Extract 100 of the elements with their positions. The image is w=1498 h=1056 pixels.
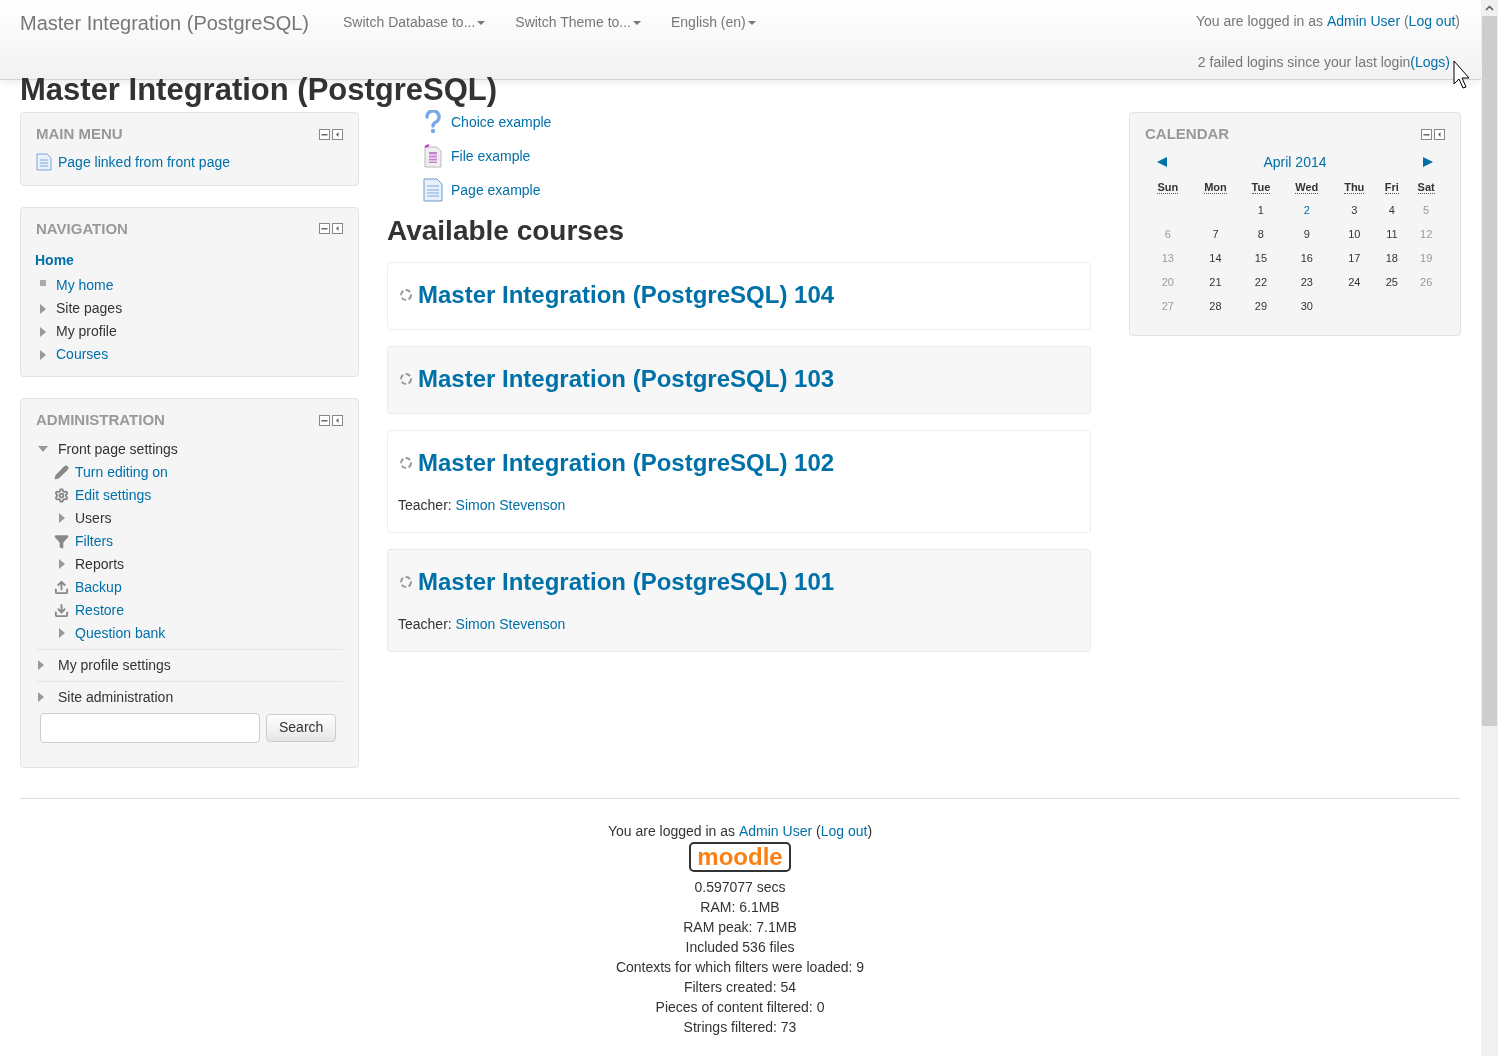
activity-link[interactable]: Choice example bbox=[451, 111, 552, 133]
block-title: NAVIGATION bbox=[36, 218, 128, 239]
minimize-icon[interactable] bbox=[319, 128, 330, 140]
calendar-day[interactable]: 4 bbox=[1388, 204, 1395, 217]
upload-icon bbox=[54, 579, 69, 595]
block-title: ADMINISTRATION bbox=[36, 410, 165, 430]
login-status: You are logged in as bbox=[607, 821, 737, 841]
weekday-header: Sat bbox=[1417, 181, 1435, 195]
failed-logins-text: 2 failed logins since your last login bbox=[1197, 53, 1411, 72]
page-icon bbox=[36, 153, 52, 171]
performance-stat: Filters created: 54 bbox=[683, 977, 796, 997]
dropdown-menu[interactable]: Switch Theme to... bbox=[515, 8, 641, 33]
page-icon bbox=[423, 178, 443, 202]
course-title[interactable]: Master Integration (PostgreSQL) 102 bbox=[418, 445, 835, 481]
teacher-link[interactable]: Simon Stevenson bbox=[455, 495, 566, 516]
calendar-day[interactable]: 14 bbox=[1209, 252, 1222, 265]
activity-link[interactable]: File example bbox=[451, 145, 531, 167]
performance-stat: RAM peak: 7.1MB bbox=[683, 917, 797, 937]
month-title[interactable]: April 2014 bbox=[1263, 151, 1327, 173]
admin-link[interactable]: Question bank bbox=[75, 622, 166, 644]
course-title[interactable]: Master Integration (PostgreSQL) 104 bbox=[418, 277, 835, 313]
calendar-day[interactable]: 16 bbox=[1300, 252, 1313, 265]
admin-link[interactable]: Filters bbox=[75, 530, 114, 552]
performance-stat: Pieces of content filtered: 0 bbox=[655, 997, 825, 1017]
course-title[interactable]: Master Integration (PostgreSQL) 101 bbox=[418, 564, 835, 600]
previous-month-icon[interactable] bbox=[1157, 157, 1167, 167]
admin-link[interactable]: Turn editing on bbox=[75, 461, 168, 483]
next-month-icon[interactable] bbox=[1423, 157, 1433, 167]
menu-link[interactable]: Page linked from front page bbox=[58, 151, 230, 173]
course-title[interactable]: Master Integration (PostgreSQL) 103 bbox=[418, 361, 835, 397]
nav-link[interactable]: My home bbox=[56, 275, 114, 296]
logout-link[interactable]: Log out bbox=[820, 820, 868, 841]
logout-link[interactable]: Log out bbox=[1408, 11, 1456, 32]
calendar-day[interactable]: 9 bbox=[1303, 228, 1310, 241]
expand-arrow-icon bbox=[58, 513, 65, 523]
admin-link[interactable]: Restore bbox=[75, 599, 125, 621]
block-title: CALENDAR bbox=[1145, 124, 1230, 144]
calendar-day[interactable]: 3 bbox=[1351, 204, 1358, 217]
dropdown-menu[interactable]: English (en) bbox=[671, 8, 756, 33]
admin-section[interactable]: Front page settings bbox=[58, 438, 178, 460]
calendar-day[interactable]: 24 bbox=[1348, 276, 1361, 289]
calendar-day[interactable]: 21 bbox=[1209, 276, 1222, 289]
user-link[interactable]: Admin User bbox=[1326, 11, 1401, 32]
calendar-day[interactable]: 29 bbox=[1254, 300, 1268, 313]
admin-link[interactable]: Users bbox=[75, 507, 112, 529]
calendar-day[interactable]: 2 bbox=[1303, 204, 1310, 217]
admin-link[interactable]: Reports bbox=[75, 553, 125, 575]
performance-stat: Strings filtered: 73 bbox=[683, 1017, 797, 1037]
dock-icon[interactable] bbox=[332, 414, 343, 426]
calendar-day[interactable]: 30 bbox=[1300, 300, 1313, 313]
calendar-day[interactable]: 22 bbox=[1254, 276, 1268, 289]
calendar-day[interactable]: 28 bbox=[1209, 300, 1222, 313]
dock-icon[interactable] bbox=[1434, 128, 1445, 140]
calendar-day[interactable]: 11 bbox=[1386, 228, 1398, 241]
calendar-day[interactable]: 18 bbox=[1385, 252, 1398, 265]
calendar-day[interactable]: 23 bbox=[1300, 276, 1313, 289]
search-field[interactable] bbox=[40, 712, 260, 743]
nav-link[interactable]: Site pages bbox=[56, 298, 123, 319]
activity-link[interactable]: Page example bbox=[451, 179, 541, 201]
dock-icon[interactable] bbox=[332, 223, 343, 235]
calendar-day[interactable]: 7 bbox=[1212, 228, 1219, 241]
performance-stat: Contexts for which filters were loaded: 9 bbox=[615, 957, 865, 977]
dropdown-menu[interactable]: Switch Database to... bbox=[343, 8, 486, 33]
calendar-day[interactable]: 8 bbox=[1257, 228, 1264, 241]
expand-arrow-icon bbox=[40, 303, 46, 314]
logs-link[interactable]: (Logs) bbox=[1410, 52, 1450, 73]
minimize-icon[interactable] bbox=[319, 223, 330, 235]
filter-icon bbox=[54, 533, 69, 549]
expand-arrow-icon bbox=[40, 349, 46, 360]
paren: ) bbox=[867, 821, 873, 841]
question-mark-icon bbox=[423, 110, 443, 134]
section-heading: Available courses bbox=[387, 214, 626, 248]
admin-section[interactable]: Site administration bbox=[58, 686, 174, 708]
calendar-day[interactable]: 10 bbox=[1348, 228, 1361, 241]
weekday-header: Sun bbox=[1157, 181, 1179, 195]
expand-arrow-icon bbox=[58, 559, 65, 569]
minimize-icon[interactable] bbox=[319, 414, 330, 426]
user-link[interactable]: Admin User bbox=[738, 820, 813, 841]
calendar-day[interactable]: 1 bbox=[1257, 204, 1264, 217]
expand-arrow-icon bbox=[58, 628, 65, 638]
teacher-label: Teacher: bbox=[398, 496, 453, 515]
paren: ) bbox=[1455, 12, 1460, 31]
scroll-up-icon[interactable] bbox=[1485, 5, 1494, 11]
calendar-day[interactable]: 17 bbox=[1348, 252, 1361, 265]
teacher-link[interactable]: Simon Stevenson bbox=[455, 614, 566, 635]
search-button[interactable]: Search bbox=[266, 713, 337, 742]
scrollbar-thumb[interactable] bbox=[1482, 16, 1497, 726]
calendar-day[interactable]: 15 bbox=[1254, 252, 1268, 265]
home-link[interactable]: Home bbox=[35, 250, 343, 271]
teacher-label: Teacher: bbox=[398, 615, 453, 634]
nav-link[interactable]: My profile bbox=[56, 321, 117, 342]
login-status: You are logged in as bbox=[1195, 12, 1325, 31]
site-brand[interactable]: Master Integration (PostgreSQL) bbox=[20, 8, 309, 38]
nav-link[interactable]: Courses bbox=[56, 344, 109, 365]
minimize-icon[interactable] bbox=[1421, 128, 1432, 140]
dock-icon[interactable] bbox=[332, 128, 343, 140]
calendar-day[interactable]: 25 bbox=[1385, 276, 1398, 289]
admin-section[interactable]: My profile settings bbox=[58, 654, 171, 676]
admin-link[interactable]: Edit settings bbox=[75, 484, 152, 506]
admin-link[interactable]: Backup bbox=[75, 576, 122, 598]
